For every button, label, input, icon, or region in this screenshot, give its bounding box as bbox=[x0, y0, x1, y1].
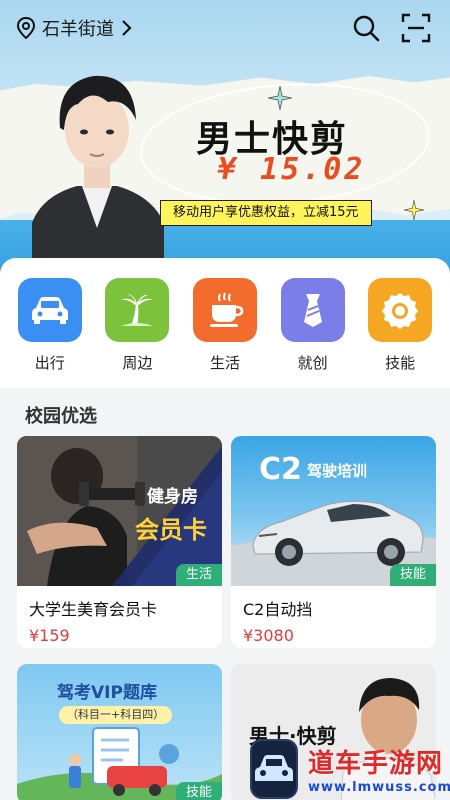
product-price: ¥3080 bbox=[243, 626, 294, 645]
search-icon bbox=[353, 15, 380, 42]
category-badge: 技能 bbox=[389, 564, 436, 586]
image-caption: 驾考VIP题库 bbox=[57, 683, 157, 703]
coffee-cup-icon bbox=[209, 292, 244, 327]
image-caption: 会员卡 bbox=[135, 516, 207, 544]
service-item-life[interactable]: 生活 bbox=[187, 278, 263, 388]
image-caption: 驾驶培训 bbox=[307, 462, 368, 480]
model-portrait bbox=[32, 75, 164, 258]
watermark-logo bbox=[250, 739, 298, 799]
product-name: 大学生美育会员卡 bbox=[29, 600, 158, 619]
car-icon bbox=[31, 297, 68, 324]
product-price: ¥159 bbox=[29, 626, 70, 645]
service-tile bbox=[280, 278, 345, 342]
service-tile bbox=[17, 278, 82, 342]
product-card[interactable]: 健身房 会员卡 生活 大学生美育会员卡 ¥159 bbox=[17, 436, 222, 648]
chevron-right-icon bbox=[122, 20, 132, 36]
service-item-skills[interactable]: 技能 bbox=[362, 278, 438, 388]
service-item-travel[interactable]: 出行 bbox=[12, 278, 88, 388]
watermark-text: 道车手游网 www.lmwuss.com bbox=[308, 743, 450, 795]
product-image: C2 驾驶培训 技能 bbox=[231, 436, 436, 586]
product-card[interactable]: C2 驾驶培训 技能 C2自动挡 ¥3080 bbox=[231, 436, 436, 648]
sparkle-icon bbox=[404, 200, 424, 220]
badge-icon bbox=[382, 293, 419, 329]
service-label: 就创 bbox=[297, 354, 328, 372]
promo-price: ¥ 15.02 bbox=[218, 152, 366, 187]
service-item-nearby[interactable]: 周边 bbox=[99, 278, 175, 388]
image-caption: C2 bbox=[259, 452, 302, 487]
service-label: 周边 bbox=[122, 354, 153, 372]
service-tile bbox=[192, 278, 257, 342]
product-name: C2自动挡 bbox=[243, 600, 313, 619]
service-tile bbox=[105, 278, 170, 342]
section-title: 校园优选 bbox=[25, 406, 97, 427]
palm-tree-icon bbox=[121, 294, 154, 326]
product-image: 驾考VIP题库 （科目一+科目四） 技能 bbox=[17, 664, 222, 800]
search-button[interactable] bbox=[348, 10, 384, 46]
image-caption: （科目一+科目四） bbox=[59, 706, 173, 724]
image-caption: 健身房 bbox=[147, 487, 198, 507]
top-bar: 石羊街道 bbox=[0, 0, 450, 56]
product-image: 健身房 会员卡 生活 bbox=[17, 436, 222, 586]
site-watermark: 道车手游网 www.lmwuss.com bbox=[250, 738, 450, 800]
category-badge: 技能 bbox=[175, 782, 222, 800]
location-pin-icon bbox=[16, 17, 36, 39]
service-tile bbox=[368, 278, 433, 342]
category-badge: 生活 bbox=[175, 564, 222, 586]
service-label: 生活 bbox=[209, 354, 240, 372]
tie-icon bbox=[303, 294, 322, 327]
location-label: 石羊街道 bbox=[42, 19, 114, 40]
sparkle-icon bbox=[268, 86, 292, 110]
promo-tag: 移动用户享优惠权益，立减15元 bbox=[160, 200, 372, 226]
location-selector[interactable]: 石羊街道 bbox=[16, 15, 132, 41]
scan-icon bbox=[401, 13, 431, 43]
product-card[interactable]: 驾考VIP题库 （科目一+科目四） 技能 bbox=[17, 664, 222, 800]
service-item-career[interactable]: 就创 bbox=[275, 278, 351, 388]
scan-button[interactable] bbox=[398, 10, 434, 46]
service-grid: 出行 周边 生活 就创 技能 bbox=[0, 258, 450, 388]
service-label: 技能 bbox=[385, 354, 416, 372]
service-label: 出行 bbox=[34, 354, 65, 372]
watermark-line1: 道车手游网 bbox=[308, 749, 444, 779]
watermark-line2: www.lmwuss.com bbox=[308, 780, 450, 795]
car-icon bbox=[255, 755, 293, 781]
